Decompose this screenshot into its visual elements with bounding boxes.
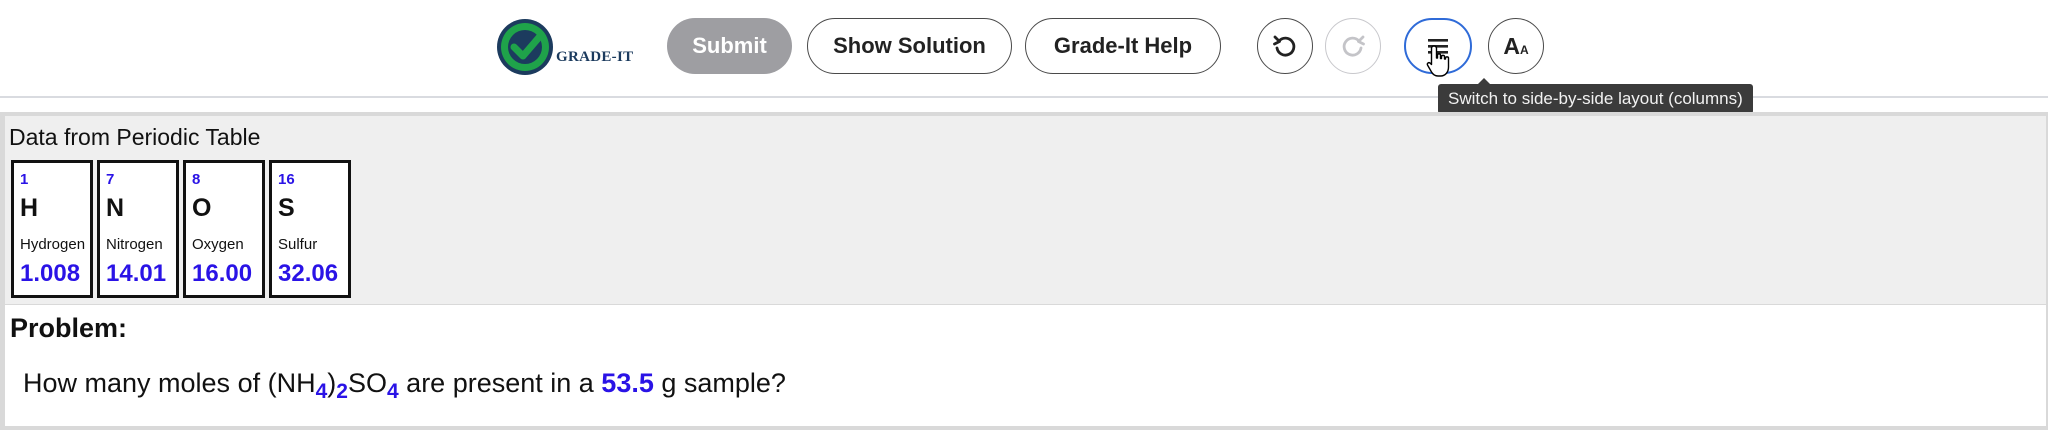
sample-mass-value: 53.5 <box>601 368 654 398</box>
element-card-hydrogen: 1 H Hydrogen 1.008 <box>11 160 93 298</box>
atomic-number: 8 <box>192 171 201 188</box>
element-name: Hydrogen <box>20 236 86 253</box>
element-card-oxygen: 8 O Oxygen 16.00 <box>183 160 265 298</box>
redo-button[interactable] <box>1325 18 1381 74</box>
checkmark-logo-icon <box>496 18 554 76</box>
problem-text-mid: are present in a <box>398 368 602 398</box>
undo-button[interactable] <box>1257 18 1313 74</box>
grade-it-logo: GRADE-IT <box>496 16 633 78</box>
logo-text: GRADE-IT <box>556 48 634 65</box>
problem-panel: Problem: How many moles of (NH4)2SO4 are… <box>5 305 2046 426</box>
atomic-number: 1 <box>20 171 29 188</box>
atomic-mass: 1.008 <box>20 260 81 287</box>
element-symbol: H <box>20 194 39 222</box>
toolbar: GRADE-IT Submit Show Solution Grade-It H… <box>0 0 2048 98</box>
atomic-number: 16 <box>278 171 295 188</box>
show-solution-button[interactable]: Show Solution <box>807 18 1012 74</box>
element-card-nitrogen: 7 N Nitrogen 14.01 <box>97 160 179 298</box>
font-size-icon: AA <box>1503 32 1529 59</box>
layout-tooltip: Switch to side-by-side layout (columns) <box>1438 78 1753 114</box>
element-name: Nitrogen <box>106 236 163 253</box>
element-symbol: O <box>192 194 212 222</box>
periodic-data-panel: Data from Periodic Table 1 H Hydrogen 1.… <box>5 116 2046 304</box>
submit-button[interactable]: Submit <box>667 18 792 74</box>
problem-text-pre: How many moles of <box>23 368 268 398</box>
element-name: Sulfur <box>278 236 318 253</box>
problem-label: Problem: <box>10 313 128 343</box>
hand-pointer-cursor-icon <box>1426 44 1452 83</box>
atomic-mass: 32.06 <box>278 260 339 287</box>
font-size-button[interactable]: AA <box>1488 18 1544 74</box>
content-area: Data from Periodic Table 1 H Hydrogen 1.… <box>0 112 2048 430</box>
problem-statement: How many moles of (NH4)2SO4 are present … <box>23 368 786 404</box>
element-symbol: S <box>278 194 295 222</box>
problem-text-post: g sample? <box>653 368 786 398</box>
element-card-sulfur: 16 S Sulfur 32.06 <box>269 160 351 298</box>
atomic-mass: 14.01 <box>106 260 167 287</box>
chemical-formula: (NH4)2SO4 <box>267 368 399 403</box>
element-symbol: N <box>106 194 125 222</box>
periodic-data-title: Data from Periodic Table <box>9 124 261 150</box>
element-name: Oxygen <box>192 236 244 253</box>
atomic-mass: 16.00 <box>192 260 253 287</box>
redo-icon <box>1342 35 1365 57</box>
atomic-number: 7 <box>106 171 115 188</box>
grade-it-help-button[interactable]: Grade-It Help <box>1025 18 1221 74</box>
undo-icon <box>1273 35 1296 57</box>
